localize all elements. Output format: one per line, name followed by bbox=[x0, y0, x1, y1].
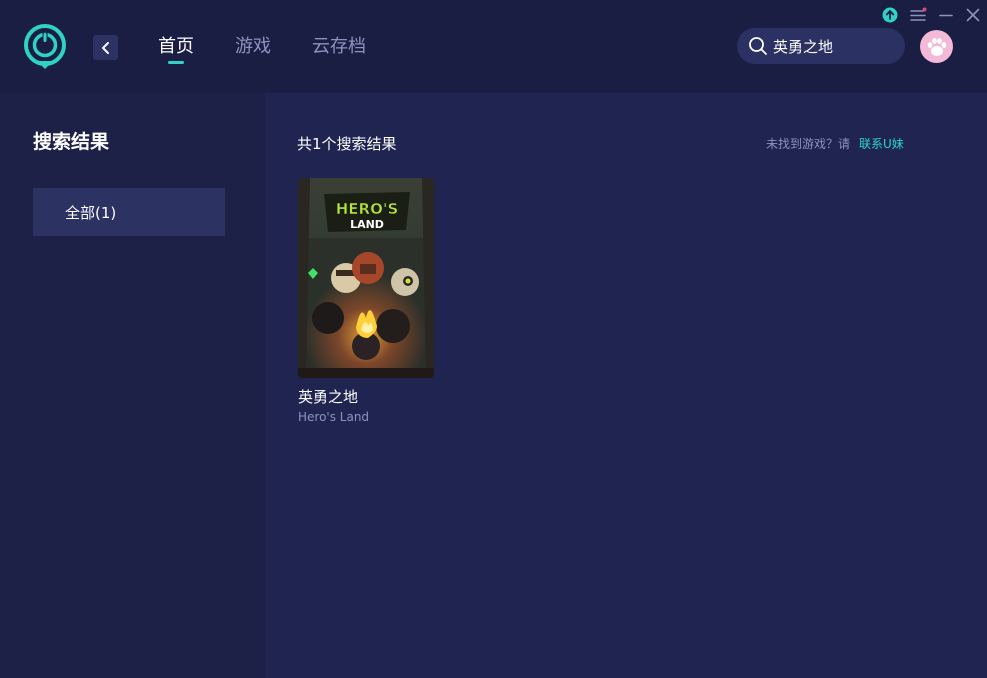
upload-arrow-icon[interactable] bbox=[881, 6, 899, 24]
minimize-icon[interactable] bbox=[937, 6, 955, 24]
game-cover-image[interactable]: HERO'S LAND bbox=[298, 178, 434, 378]
game-title[interactable]: 英勇之地 bbox=[298, 386, 434, 407]
search-box[interactable] bbox=[737, 28, 905, 64]
search-icon[interactable] bbox=[748, 36, 768, 56]
app-window: 首页 游戏 云存档 英勇之地 搜索结果 全部(1) 共1个搜索结果 未找到游戏？… bbox=[0, 0, 987, 678]
sidebar-title: 搜索结果 bbox=[33, 131, 110, 153]
close-icon[interactable] bbox=[964, 6, 982, 24]
search-input[interactable] bbox=[773, 37, 893, 55]
top-bar: 首页 游戏 云存档 bbox=[0, 0, 987, 93]
game-card[interactable]: HERO'S LAND 英勇之地 Hero's Land bbox=[298, 178, 434, 424]
filter-item-label: 全部(1) bbox=[65, 203, 117, 222]
not-found-text: 未找到游戏？请 bbox=[766, 137, 851, 151]
avatar[interactable] bbox=[920, 30, 953, 63]
paw-avatar-icon bbox=[927, 37, 946, 56]
tab-games[interactable]: 游戏 bbox=[235, 36, 271, 58]
contact-link[interactable]: 联系U妹 bbox=[859, 135, 904, 152]
game-subtitle: Hero's Land bbox=[298, 410, 370, 424]
result-count: 共1个搜索结果 bbox=[297, 135, 397, 153]
tab-cloud-saves[interactable]: 云存档 bbox=[312, 36, 366, 58]
search-results-panel: 共1个搜索结果 未找到游戏？请 联系U妹 HERO'S LAND 英勇之地 He… bbox=[265, 93, 987, 678]
active-tab-indicator bbox=[168, 61, 184, 64]
tab-home[interactable]: 首页 bbox=[158, 36, 194, 58]
cover-title-line2: LAND bbox=[350, 218, 384, 231]
sidebar: 搜索结果 全部(1) bbox=[0, 93, 265, 678]
hamburger-menu-icon[interactable] bbox=[909, 6, 927, 24]
chevron-left-icon bbox=[101, 41, 109, 54]
filter-item-all[interactable]: 全部(1) bbox=[33, 188, 225, 236]
app-logo-icon[interactable] bbox=[24, 24, 66, 70]
back-button[interactable] bbox=[93, 35, 118, 60]
cover-title-line1: HERO'S bbox=[336, 200, 399, 218]
